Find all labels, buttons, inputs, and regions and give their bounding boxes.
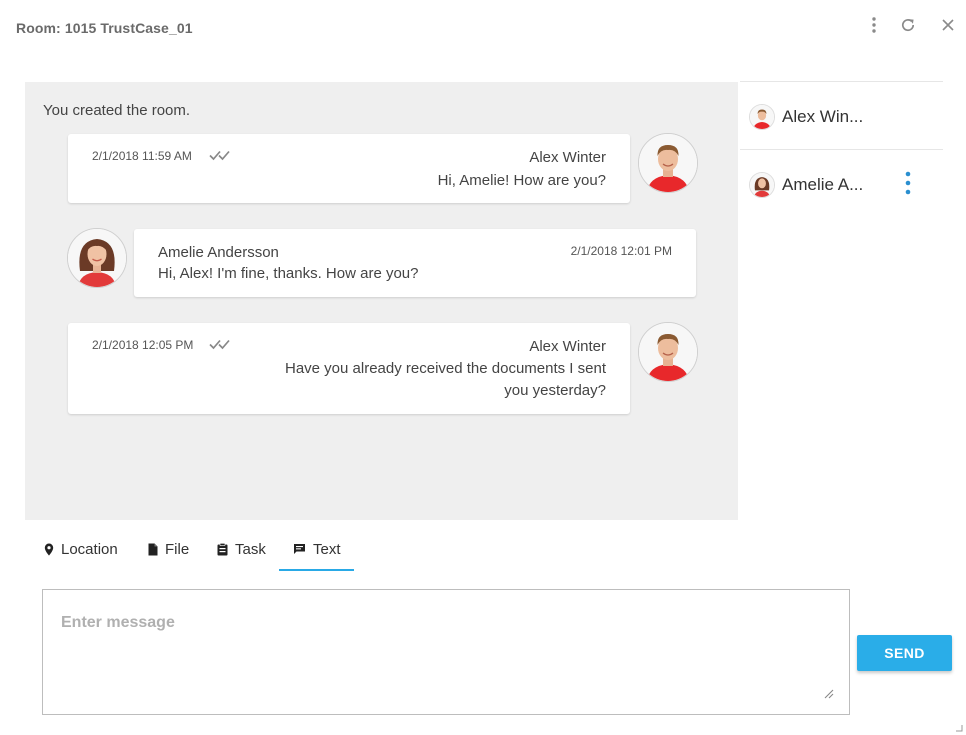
message-bubble: Amelie Andersson 2/1/2018 12:01 PM Hi, A… [134,229,696,297]
double-check-icon [209,150,230,161]
location-pin-icon [44,543,54,556]
active-tab-indicator [279,569,354,571]
message-timestamp: 2/1/2018 12:05 PM [92,338,194,352]
member-avatar [749,172,775,198]
sender-name: Amelie Andersson [158,244,279,261]
member-avatar [749,104,775,130]
close-icon [942,19,954,31]
clipboard-icon [217,542,228,556]
chat-bubble-icon [293,543,306,555]
close-button[interactable] [937,14,959,36]
message-bubble: 2/1/2018 11:59 AM Alex Winter Hi, Amelie… [68,134,630,203]
title-bar: Room: 1015 TrustCase_01 [0,0,966,62]
message-text: Hi, Amelie! How are you? [437,172,606,189]
tab-task[interactable]: Task [217,528,266,570]
more-options-button[interactable] [863,14,885,36]
message-bubble: 2/1/2018 12:05 PM Alex Winter Have you a… [68,323,630,414]
message-timestamp: 2/1/2018 12:01 PM [570,244,672,258]
message-text-line: you yesterday? [504,382,606,399]
tab-label: File [165,540,190,558]
tab-label: Text [313,540,341,558]
tab-location[interactable]: Location [44,528,118,570]
window-resize-icon[interactable] [955,724,963,732]
avatar [67,228,127,288]
sender-name: Alex Winter [529,338,606,355]
double-check-icon [209,339,230,350]
alex-avatar-icon [639,134,697,192]
alex-avatar-icon [750,105,774,129]
member-name: Amelie A... [782,175,864,194]
member-options-button[interactable] [900,170,916,198]
send-button[interactable]: SEND [857,635,952,671]
message-text-line: Have you already received the documents … [284,360,606,377]
amelie-avatar-icon [750,173,774,197]
tab-file[interactable]: File [148,528,189,570]
member-name: Alex Win... [782,107,864,126]
refresh-button[interactable] [897,14,919,36]
member-item[interactable]: Amelie A... [740,151,943,217]
tab-label: Location [61,540,118,558]
room-title: Room: 1015 TrustCase_01 [16,20,193,36]
message-text: Hi, Alex! I'm fine, thanks. How are you? [158,265,419,282]
sender-name: Alex Winter [529,149,606,166]
refresh-icon [901,19,915,32]
panel-divider [740,81,943,82]
avatar [638,133,698,193]
amelie-avatar-icon [68,229,126,287]
message-input[interactable] [42,589,850,715]
avatar [638,322,698,382]
resize-handle-icon[interactable] [822,687,834,699]
chat-history[interactable]: You created the room. 2/1/2018 11:59 AM … [25,82,738,520]
panel-divider [740,149,943,150]
tab-label: Task [235,540,266,558]
message-timestamp: 2/1/2018 11:59 AM [92,149,192,163]
file-icon [148,543,158,556]
tab-text[interactable]: Text [293,528,341,570]
member-item[interactable]: Alex Win... [740,83,943,149]
message-text: Have you already received the documents … [285,358,606,402]
more-vertical-icon [905,171,911,195]
more-vertical-icon [872,17,876,33]
alex-avatar-icon [639,323,697,381]
system-message: You created the room. [43,102,191,119]
